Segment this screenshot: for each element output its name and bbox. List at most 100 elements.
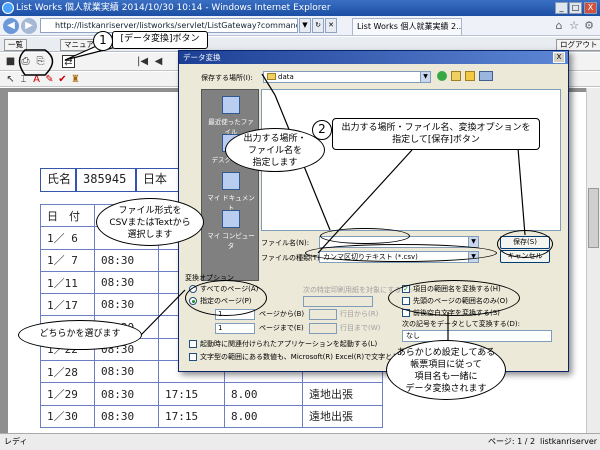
table-row: 1／29 08:30 17:15 8.00 遠地出張 bbox=[40, 382, 383, 406]
callout-format-line-3: 選択します bbox=[127, 230, 173, 240]
ie-logo-icon bbox=[2, 2, 14, 14]
new-folder-icon[interactable] bbox=[465, 71, 475, 81]
browser-tab[interactable]: List Works 個人就業実績 2... bbox=[352, 18, 462, 35]
callout-location-line-3: 指定します bbox=[252, 158, 298, 168]
callout-location: 出力する場所・ ファイル名を 指定します bbox=[225, 128, 325, 172]
step-1-badge: 1 bbox=[93, 31, 113, 51]
callout-format-line-1: ファイル形式を bbox=[118, 206, 182, 216]
cell-start: 08:30 bbox=[94, 270, 159, 295]
page-to-input[interactable]: 1 bbox=[215, 323, 255, 334]
highlight-save-button bbox=[497, 230, 553, 258]
url-dropdown-button[interactable]: ▼ bbox=[299, 18, 311, 33]
highlight-filetype bbox=[305, 244, 497, 262]
row-to-input bbox=[309, 323, 337, 334]
place-documents[interactable]: マイ ドキュメント bbox=[206, 170, 256, 212]
filename-label: ファイル名(N): bbox=[261, 239, 310, 247]
callout-location-line-2: ファイル名を bbox=[247, 146, 302, 156]
address-bar: ◀ ▶ http://listkanriserver/listworks/ser… bbox=[0, 16, 600, 36]
page-from-label: ページから(B) bbox=[259, 310, 305, 318]
cell-start: 08:30 bbox=[94, 404, 159, 428]
prev-page-button[interactable]: ◀ bbox=[152, 55, 165, 68]
maximize-button[interactable]: □ bbox=[569, 2, 582, 14]
data-convert-dialog: データ変換 X 保存する場所(I): data ▼ 最近使ったファイル デスクト… bbox=[178, 50, 569, 372]
numbering-select[interactable]: なし bbox=[402, 330, 552, 342]
callout-2-line-2: 指定して[保存]ボタン bbox=[392, 135, 480, 145]
row-from-input bbox=[309, 309, 337, 320]
status-server: listkanriserver bbox=[540, 437, 598, 446]
callout-header-line-4: データ変換されます bbox=[405, 384, 487, 394]
callout-header-line-2: 帳票項目に従って bbox=[410, 360, 482, 370]
back-button[interactable]: ◀ bbox=[3, 18, 19, 34]
place-computer-label: マイ コンピュータ bbox=[207, 232, 255, 250]
close-button[interactable]: X bbox=[584, 2, 597, 14]
place-computer[interactable]: マイ コンピュータ bbox=[206, 208, 256, 250]
callout-format-line-2: CSVまたはTextから bbox=[109, 218, 191, 228]
employee-id: 385945 bbox=[76, 168, 136, 192]
stop-button[interactable]: ✕ bbox=[325, 18, 337, 33]
cell-date: 1／17 bbox=[40, 293, 95, 317]
place-recent[interactable]: 最近使ったファイル bbox=[206, 94, 256, 136]
pen-icon[interactable]: ✎ bbox=[43, 73, 56, 86]
callout-2: 出力する場所・ファイル名、変換オプションを 指定して[保存]ボタン bbox=[332, 118, 540, 150]
favorites-star-icon[interactable]: ☆ bbox=[567, 19, 581, 33]
cell-hours: 8.00 bbox=[224, 382, 303, 406]
numbering-value: なし bbox=[406, 332, 420, 340]
save-in-select[interactable]: data ▼ bbox=[263, 71, 431, 83]
row-from-label: 行目から(R) bbox=[340, 310, 379, 318]
vertical-scrollbar[interactable] bbox=[586, 88, 600, 433]
cell-date: 1／30 bbox=[40, 404, 95, 428]
chevron-down-icon: ▼ bbox=[420, 72, 430, 82]
cell-note: 遠地出張 bbox=[302, 404, 383, 428]
page-to-label: ページまで(E) bbox=[259, 324, 304, 332]
documents-icon bbox=[222, 172, 240, 190]
highlight-filename bbox=[320, 228, 410, 244]
data-convert-icon[interactable]: ⇄ bbox=[62, 55, 75, 68]
highlight-page-radios bbox=[185, 280, 267, 316]
check-launch-label: 起動時に関連付けられたアプリケーションを起動する(L) bbox=[200, 340, 378, 348]
status-bar: レディ ページ: 1 / 2 listkanriserver bbox=[0, 433, 600, 450]
text-select-icon[interactable]: ⌶ bbox=[17, 73, 30, 86]
highlight-header-options bbox=[388, 280, 520, 316]
cell-date: 1／ 7 bbox=[40, 248, 95, 272]
computer-icon bbox=[222, 210, 240, 228]
cell-date: 1／11 bbox=[40, 270, 95, 295]
text-annotation-icon[interactable]: A bbox=[30, 73, 43, 86]
print-preview-icon[interactable]: ⎘ bbox=[34, 55, 47, 68]
check-launch-app[interactable] bbox=[189, 340, 197, 348]
home-icon[interactable]: ⌂ bbox=[552, 19, 566, 33]
range-select bbox=[303, 296, 373, 307]
dialog-title: データ変換 bbox=[179, 51, 568, 64]
forward-button[interactable]: ▶ bbox=[21, 18, 37, 34]
callout-header-line-1: あらかじめ設定してある bbox=[396, 348, 496, 358]
cell-start: 08:30 bbox=[94, 248, 159, 272]
up-folder-icon[interactable] bbox=[451, 71, 461, 81]
numbering-label: 次の記号をデータとして変換する(D): bbox=[402, 320, 520, 328]
name-label: 氏名 bbox=[40, 168, 76, 192]
window-title-bar: List Works 個人就業実績 2014/10/30 10:14 - Win… bbox=[0, 0, 600, 16]
list-button[interactable]: 一覧 bbox=[4, 39, 27, 51]
stamp-icon[interactable]: ♜ bbox=[69, 73, 82, 86]
save-icon[interactable]: ■ bbox=[4, 55, 17, 68]
print-icon[interactable]: ⎙ bbox=[19, 55, 32, 68]
save-in-label: 保存する場所(I): bbox=[201, 74, 253, 82]
back-folder-icon[interactable] bbox=[437, 71, 447, 81]
scrollbar-thumb[interactable] bbox=[588, 188, 599, 248]
window-title: List Works 個人就業実績 2014/10/30 10:14 - Win… bbox=[16, 3, 331, 13]
gear-icon[interactable]: ⚙ bbox=[582, 19, 596, 33]
status-text: レディ bbox=[4, 437, 28, 446]
save-in-value: data bbox=[278, 73, 294, 81]
pointer-icon[interactable]: ↖ bbox=[4, 73, 17, 86]
dialog-close-button[interactable]: X bbox=[553, 52, 565, 63]
first-page-button[interactable]: |◀ bbox=[136, 55, 149, 68]
callout-format: ファイル形式を CSVまたはTextから 選択します bbox=[96, 198, 204, 246]
minimize-button[interactable]: _ bbox=[555, 2, 568, 14]
check-excel-text[interactable] bbox=[189, 353, 197, 361]
cell-note: 遠地出張 bbox=[302, 382, 383, 406]
cell-start: 08:30 bbox=[94, 293, 159, 317]
refresh-button[interactable]: ↻ bbox=[312, 18, 324, 33]
callout-choose: どちらかを選びます bbox=[18, 320, 142, 350]
callout-2-line-1: 出力する場所・ファイル名、変換オプションを bbox=[341, 123, 531, 133]
cell-start: 08:30 bbox=[94, 360, 159, 384]
check-mark-icon[interactable]: ✔ bbox=[56, 73, 69, 86]
view-menu-icon[interactable] bbox=[479, 71, 493, 81]
